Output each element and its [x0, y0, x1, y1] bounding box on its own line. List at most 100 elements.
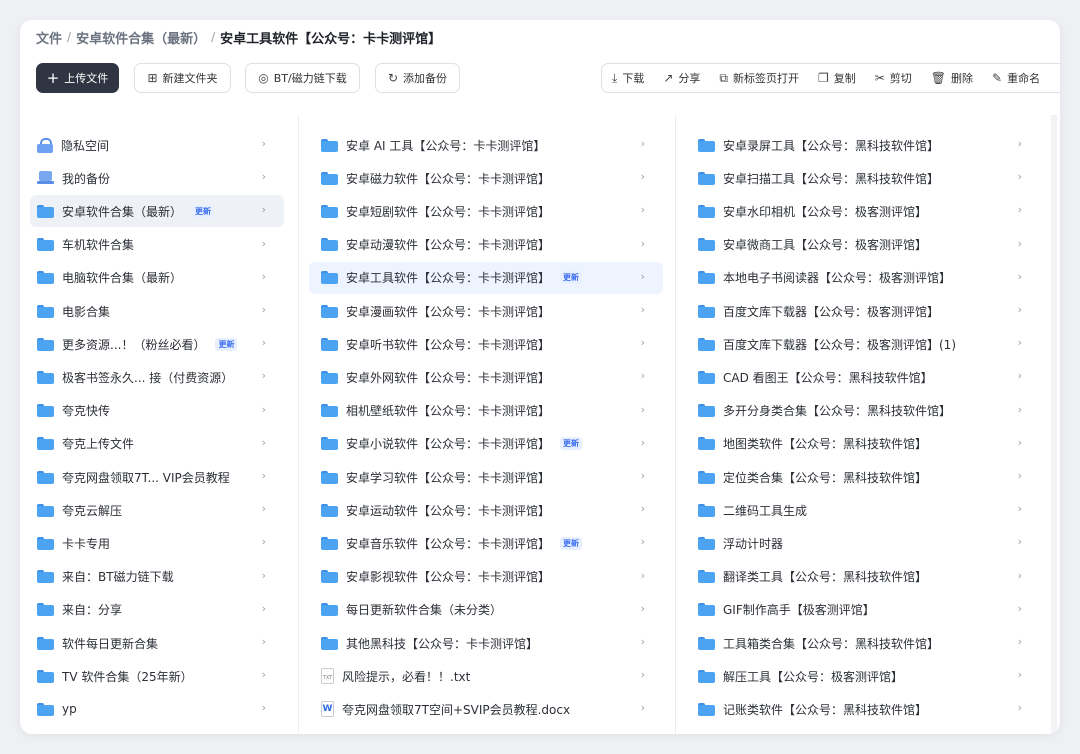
list-item[interactable]: 来自：BT磁力链下载 › — [30, 561, 284, 593]
folder-icon — [37, 570, 54, 584]
upload-button[interactable]: + 上传文件 — [36, 63, 119, 93]
list-item[interactable]: 安卓微商工具【公众号：极客测评馆】 › — [686, 229, 1040, 261]
list-item[interactable]: TV 软件合集（25年新） › — [30, 660, 284, 692]
list-item[interactable]: 安卓小说软件【公众号：卡卡测评馆】 更新 › — [309, 428, 663, 460]
list-item[interactable]: 安卓录屏工具【公众号：黑科技软件馆】 › — [686, 129, 1040, 161]
list-item[interactable]: 车机软件合集 › — [30, 229, 284, 261]
new-folder-button[interactable]: ⊞ 新建文件夹 — [134, 63, 231, 93]
folder-icon — [321, 204, 338, 218]
folder-icon — [37, 536, 54, 550]
list-item[interactable]: MX Player视频播放器【公众号：黑科技软件馆】› — [686, 727, 1040, 734]
list-item[interactable]: 【短剧】全网付费短剧合集› — [30, 727, 284, 734]
list-item[interactable]: 夸克网盘领取7T... VIP会员教程 › — [30, 461, 284, 493]
folder-icon — [37, 603, 54, 617]
list-item[interactable]: 记账类软件【公众号：黑科技软件馆】 › — [686, 693, 1040, 725]
toolbar: + 上传文件 ⊞ 新建文件夹 ◎ BT/磁力链下载 ↻ 添加备份 ⤓ 下载 ↗ … — [36, 63, 1060, 93]
column-android-collection: 安卓 AI 工具【公众号：卡卡测评馆】 › 安卓磁力软件【公众号：卡卡测评馆】 › 安卓… — [298, 115, 674, 734]
list-item[interactable]: 百度文库下载器【公众号：极客测评馆】(1) › — [686, 328, 1040, 360]
rename-action[interactable]: ✎ 重命名 — [992, 70, 1040, 86]
list-item[interactable]: 卡卡专用 › — [30, 527, 284, 559]
list-item[interactable]: 安卓听书软件【公众号：卡卡测评馆】 › — [309, 328, 663, 360]
cut-action[interactable]: ✂ 剪切 — [875, 70, 912, 86]
list-item[interactable]: 夸克云解压 › — [30, 494, 284, 526]
list-item[interactable]: 本地电子书阅读器【公众号：极客测评馆】 › — [686, 262, 1040, 294]
list-item[interactable]: 地图类软件【公众号：黑科技软件馆】 › — [686, 428, 1040, 460]
folder-icon — [37, 370, 54, 384]
list-item[interactable]: 安卓软件合集（最新） 更新 › — [30, 195, 284, 228]
list-item[interactable]: 浮动计时器 › — [686, 527, 1040, 559]
list-item[interactable]: 相机壁纸软件【公众号：卡卡测评馆】 › — [309, 395, 663, 427]
list-item[interactable]: 隐私空间 › — [30, 129, 284, 161]
folder-icon — [37, 503, 54, 517]
list-item[interactable]: GIF制作高手【极客测评馆】 › — [686, 594, 1040, 626]
list-item[interactable]: 安卓外网软件【公众号：卡卡测评馆】 › — [309, 361, 663, 393]
list-item[interactable]: TXT 风险提示，必看！！.txt › — [309, 660, 663, 692]
list-item[interactable]: 来自：分享 › — [30, 594, 284, 626]
scrollbar[interactable] — [1051, 115, 1057, 734]
folder-icon — [698, 238, 715, 252]
folder-icon — [321, 370, 338, 384]
list-item[interactable]: 安卓磁力软件【公众号：卡卡测评馆】 › — [309, 162, 663, 194]
chevron-right-icon: › — [640, 269, 645, 283]
copy-icon: ❐ — [817, 71, 829, 85]
breadcrumb-item-android-collection[interactable]: 安卓软件合集（最新） — [76, 28, 206, 47]
list-item[interactable]: 电影合集 › — [30, 295, 284, 327]
folder-icon — [37, 437, 54, 451]
list-item[interactable]: 百度文库下载器【公众号：极客测评馆】 › — [686, 295, 1040, 327]
download-action[interactable]: ⤓ 下载 — [612, 70, 644, 86]
list-item[interactable]: yp › — [30, 693, 284, 725]
chevron-right-icon: › — [261, 203, 266, 217]
list-item[interactable]: 安卓动漫软件【公众号：卡卡测评馆】 › — [309, 229, 663, 261]
list-item[interactable]: 安卓 AI 工具【公众号：卡卡测评馆】 › — [309, 129, 663, 161]
list-item[interactable]: 翻译类工具【公众号：黑科技软件馆】 › — [686, 561, 1040, 593]
list-item[interactable]: 工具箱类合集【公众号：黑科技软件馆】 › — [686, 627, 1040, 659]
list-item[interactable]: 二维码工具生成 › — [686, 494, 1040, 526]
list-item-label: 解压工具【公众号：极客测评馆】 — [723, 669, 904, 684]
list-item[interactable]: 安卓音乐软件【公众号：卡卡测评馆】 更新 › — [309, 527, 663, 559]
list-item[interactable]: 解压工具【公众号：极客测评馆】 › — [686, 660, 1040, 692]
list-item[interactable]: 扫码获取免费资料库.jpg› — [309, 727, 663, 734]
list-item[interactable]: 极客书签永久... 接（付费资源） › — [30, 361, 284, 393]
list-item[interactable]: 夸克快传 › — [30, 395, 284, 427]
add-backup-button[interactable]: ↻ 添加备份 — [375, 63, 460, 93]
list-item[interactable]: CAD 看图王【公众号：黑科技软件馆】 › — [686, 361, 1040, 393]
list-item[interactable]: 电脑软件合集（最新） › — [30, 262, 284, 294]
folder-icon — [37, 636, 54, 650]
list-item-label: 车机软件合集 — [62, 238, 135, 253]
list-item[interactable]: 安卓水印相机【公众号：极客测评馆】 › — [686, 195, 1040, 227]
list-item[interactable]: 其他黑科技【公众号：卡卡测评馆】 › — [309, 627, 663, 659]
chevron-right-icon: › — [261, 303, 266, 316]
chevron-right-icon: › — [261, 435, 266, 449]
folder-icon — [321, 404, 338, 418]
breadcrumb-item-files[interactable]: 文件 — [36, 28, 62, 47]
chevron-right-icon: › — [261, 336, 266, 350]
chevron-right-icon: › — [640, 668, 645, 682]
delete-action[interactable]: 🗑︎ 删除 — [931, 70, 973, 86]
list-item[interactable]: 夸克上传文件 › — [30, 428, 284, 460]
update-badge: 更新 — [560, 271, 583, 285]
folder-icon — [698, 138, 715, 152]
chevron-right-icon: › — [640, 336, 645, 350]
open-new-tab-action[interactable]: ⧉ 新标签页打开 — [719, 70, 799, 86]
bt-download-button[interactable]: ◎ BT/磁力链下载 — [245, 63, 360, 93]
list-item[interactable]: 每日更新软件合集（未分类） › — [309, 594, 663, 626]
list-item[interactable]: 安卓学习软件【公众号：卡卡测评馆】 › — [309, 461, 663, 493]
list-item-label: 夸克网盘领取7T空间+SVIP会员教程.docx — [342, 702, 571, 717]
copy-action[interactable]: ❐ 复制 — [818, 70, 856, 86]
list-item[interactable]: 多开分身类合集【公众号：黑科技软件馆】 › — [686, 395, 1040, 427]
list-item[interactable]: 安卓漫画软件【公众号：卡卡测评馆】 › — [309, 295, 663, 327]
list-item[interactable]: 安卓扫描工具【公众号：黑科技软件馆】 › — [686, 162, 1040, 194]
chevron-right-icon: › — [640, 568, 645, 582]
list-item[interactable]: 安卓影视软件【公众号：卡卡测评馆】 › — [309, 561, 663, 593]
share-action[interactable]: ↗ 分享 — [663, 70, 700, 86]
list-item[interactable]: W 夸克网盘领取7T空间+SVIP会员教程.docx › — [309, 693, 663, 725]
list-item[interactable]: 安卓短剧软件【公众号：卡卡测评馆】 › — [309, 195, 663, 227]
list-item[interactable]: 安卓运动软件【公众号：卡卡测评馆】 › — [309, 494, 663, 526]
list-item[interactable]: 安卓工具软件【公众号：卡卡测评馆】 更新 › — [309, 261, 663, 294]
list-item[interactable]: 我的备份 › — [30, 162, 284, 194]
folder-icon — [37, 238, 54, 252]
list-item[interactable]: 软件每日更新合集 › — [30, 627, 284, 659]
list-item[interactable]: 定位类合集【公众号：黑科技软件馆】 › — [686, 461, 1040, 493]
upload-button-label: 上传文件 — [64, 72, 109, 85]
list-item[interactable]: 更多资源...！（粉丝必看） 更新 › — [30, 328, 284, 360]
